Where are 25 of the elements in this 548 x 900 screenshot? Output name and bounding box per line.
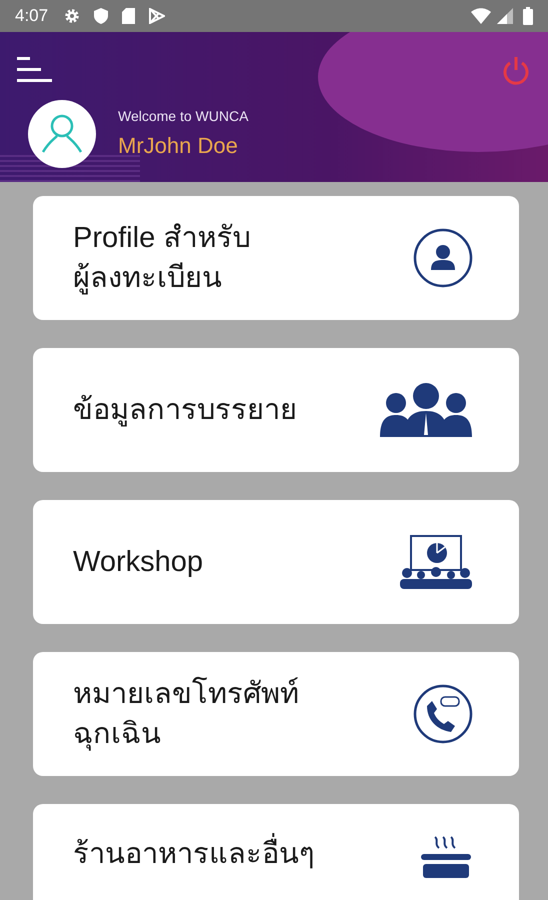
gear-icon	[64, 8, 80, 24]
menu-card[interactable]: หมายเลขโทรศัพท์ ฉุกเฉิน	[33, 652, 519, 776]
person-icon	[41, 114, 83, 154]
menu-label: หมายเลขโทรศัพท์ ฉุกเฉิน	[73, 676, 299, 753]
menu-label: Profile สำหรับ ผู้ลงทะเบียน	[73, 221, 250, 296]
menu-label: ร้านอาหารและอื่นๆ	[73, 834, 315, 874]
menu-label: Workshop	[73, 545, 204, 580]
menu-card[interactable]: Profile สำหรับ ผู้ลงทะเบียน	[33, 196, 519, 320]
menu-card[interactable]: Workshop	[33, 500, 519, 624]
presentation-icon	[399, 535, 473, 589]
menu-icon[interactable]	[17, 57, 52, 83]
status-time: 4:07	[15, 5, 48, 28]
sos-phone-icon	[413, 684, 473, 744]
battery-icon	[523, 7, 533, 25]
wifi-icon	[471, 8, 491, 24]
sd-card-icon	[122, 8, 136, 24]
welcome-text: Welcome to WUNCA	[118, 107, 248, 126]
person-circle-icon	[413, 228, 473, 288]
group-icon	[379, 383, 473, 437]
signal-icon	[497, 8, 513, 24]
shield-icon	[94, 8, 108, 24]
menu-label: ข้อมูลการบรรยาย	[73, 393, 297, 428]
user-name: MrJohn Doe	[118, 132, 239, 160]
menu-card[interactable]: ร้านอาหารและอื่นๆ	[33, 804, 519, 900]
menu-card[interactable]: ข้อมูลการบรรยาย	[33, 348, 519, 472]
